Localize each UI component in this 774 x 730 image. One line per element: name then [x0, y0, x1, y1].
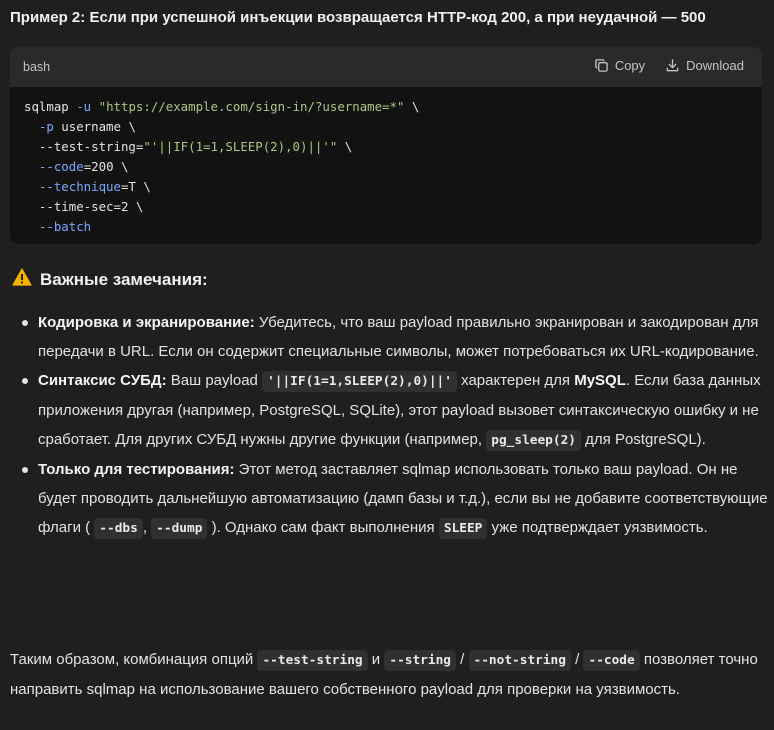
code-line: --technique=T \ — [24, 177, 752, 197]
copy-label: Copy — [614, 58, 646, 73]
code-token: --batch — [38, 219, 92, 234]
inline-code: --string — [384, 650, 456, 671]
example-title: Пример 2: Если при успешной инъекции воз… — [10, 9, 706, 26]
copy-icon — [594, 58, 609, 73]
code-line: --test-string="'||IF(1=1,SLEEP(2),0)||'"… — [24, 137, 752, 157]
code-token: \ — [404, 99, 420, 114]
notes-heading-text: Важные замечания: — [40, 269, 208, 289]
code-token: =200 \ — [83, 159, 129, 174]
text: Таким образом, комбинация опций — [10, 651, 258, 668]
notes-list: Кодировка и экранирование: Убедитесь, чт… — [20, 308, 768, 543]
inline-code: --dump — [151, 518, 208, 539]
code-token: "https://example.com/sign-in/?username=*… — [98, 99, 405, 114]
download-button[interactable]: Download — [665, 58, 744, 73]
code-content: sqlmap -u "https://example.com/sign-in/?… — [24, 97, 752, 237]
download-label: Download — [686, 58, 744, 73]
text: для PostgreSQL). — [581, 431, 706, 448]
bold-text: Кодировка и экранирование: — [38, 314, 255, 331]
inline-code: --test-string — [257, 650, 368, 671]
code-token: -u — [76, 99, 92, 114]
code-actions: Copy Download — [594, 58, 744, 73]
text: / — [570, 651, 584, 668]
inline-code: --code — [583, 650, 640, 671]
code-header: bash Copy Download — [10, 47, 762, 87]
summary-paragraph: Таким образом, комбинация опций --test-s… — [10, 645, 766, 704]
notes-heading: Важные замечания: — [12, 268, 208, 291]
inline-code: SLEEP — [438, 518, 488, 539]
text: / — [456, 651, 469, 668]
list-item: Кодировка и экранирование: Убедитесь, чт… — [20, 308, 768, 366]
chat-response: Пример 2: Если при успешной инъекции воз… — [0, 0, 774, 730]
text: ). Однако сам факт выполнения — [207, 519, 439, 536]
text: , — [142, 519, 152, 536]
inline-code: --not-string — [468, 650, 571, 671]
bold-text: Синтаксис СУБД: — [38, 372, 167, 389]
warning-icon — [12, 268, 32, 291]
code-language-label: bash — [23, 60, 51, 74]
code-line: sqlmap -u "https://example.com/sign-in/?… — [24, 97, 752, 117]
code-line: --time-sec=2 \ — [24, 197, 752, 217]
list-item: Только для тестирования: Этот метод заст… — [20, 455, 768, 543]
code-token: "'||IF(1=1,SLEEP(2),0)||'" — [143, 139, 338, 154]
code-token: --test-string= — [24, 139, 144, 154]
code-token: username \ — [53, 119, 136, 134]
code-token: --time-sec=2 \ — [24, 199, 144, 214]
inline-code: --dbs — [94, 518, 143, 539]
inline-code: pg_sleep(2) — [486, 430, 581, 451]
code-token: =T \ — [120, 179, 151, 194]
inline-code: '||IF(1=1,SLEEP(2),0)||' — [262, 371, 457, 392]
copy-button[interactable]: Copy — [594, 58, 645, 73]
code-token: --code — [38, 159, 84, 174]
bold-text: Только для тестирования: — [38, 461, 235, 478]
list-item: Синтаксис СУБД: Ваш payload '||IF(1=1,SL… — [20, 366, 768, 455]
text: и — [367, 651, 385, 668]
code-token: --technique — [38, 179, 121, 194]
code-line: -p username \ — [24, 117, 752, 137]
code-token: \ — [337, 139, 353, 154]
text: характерен для — [456, 372, 575, 389]
bold-text: MySQL — [574, 372, 626, 389]
code-line: --batch — [24, 217, 752, 237]
code-line: --code=200 \ — [24, 157, 752, 177]
code-block: bash Copy Download sqlmap -u "https://ex… — [10, 47, 762, 244]
code-token: sqlmap — [24, 99, 77, 114]
download-icon — [665, 58, 680, 73]
code-token: -p — [38, 119, 54, 134]
text: уже подтверждает уязвимость. — [487, 519, 708, 536]
text: Ваш payload — [166, 372, 263, 389]
